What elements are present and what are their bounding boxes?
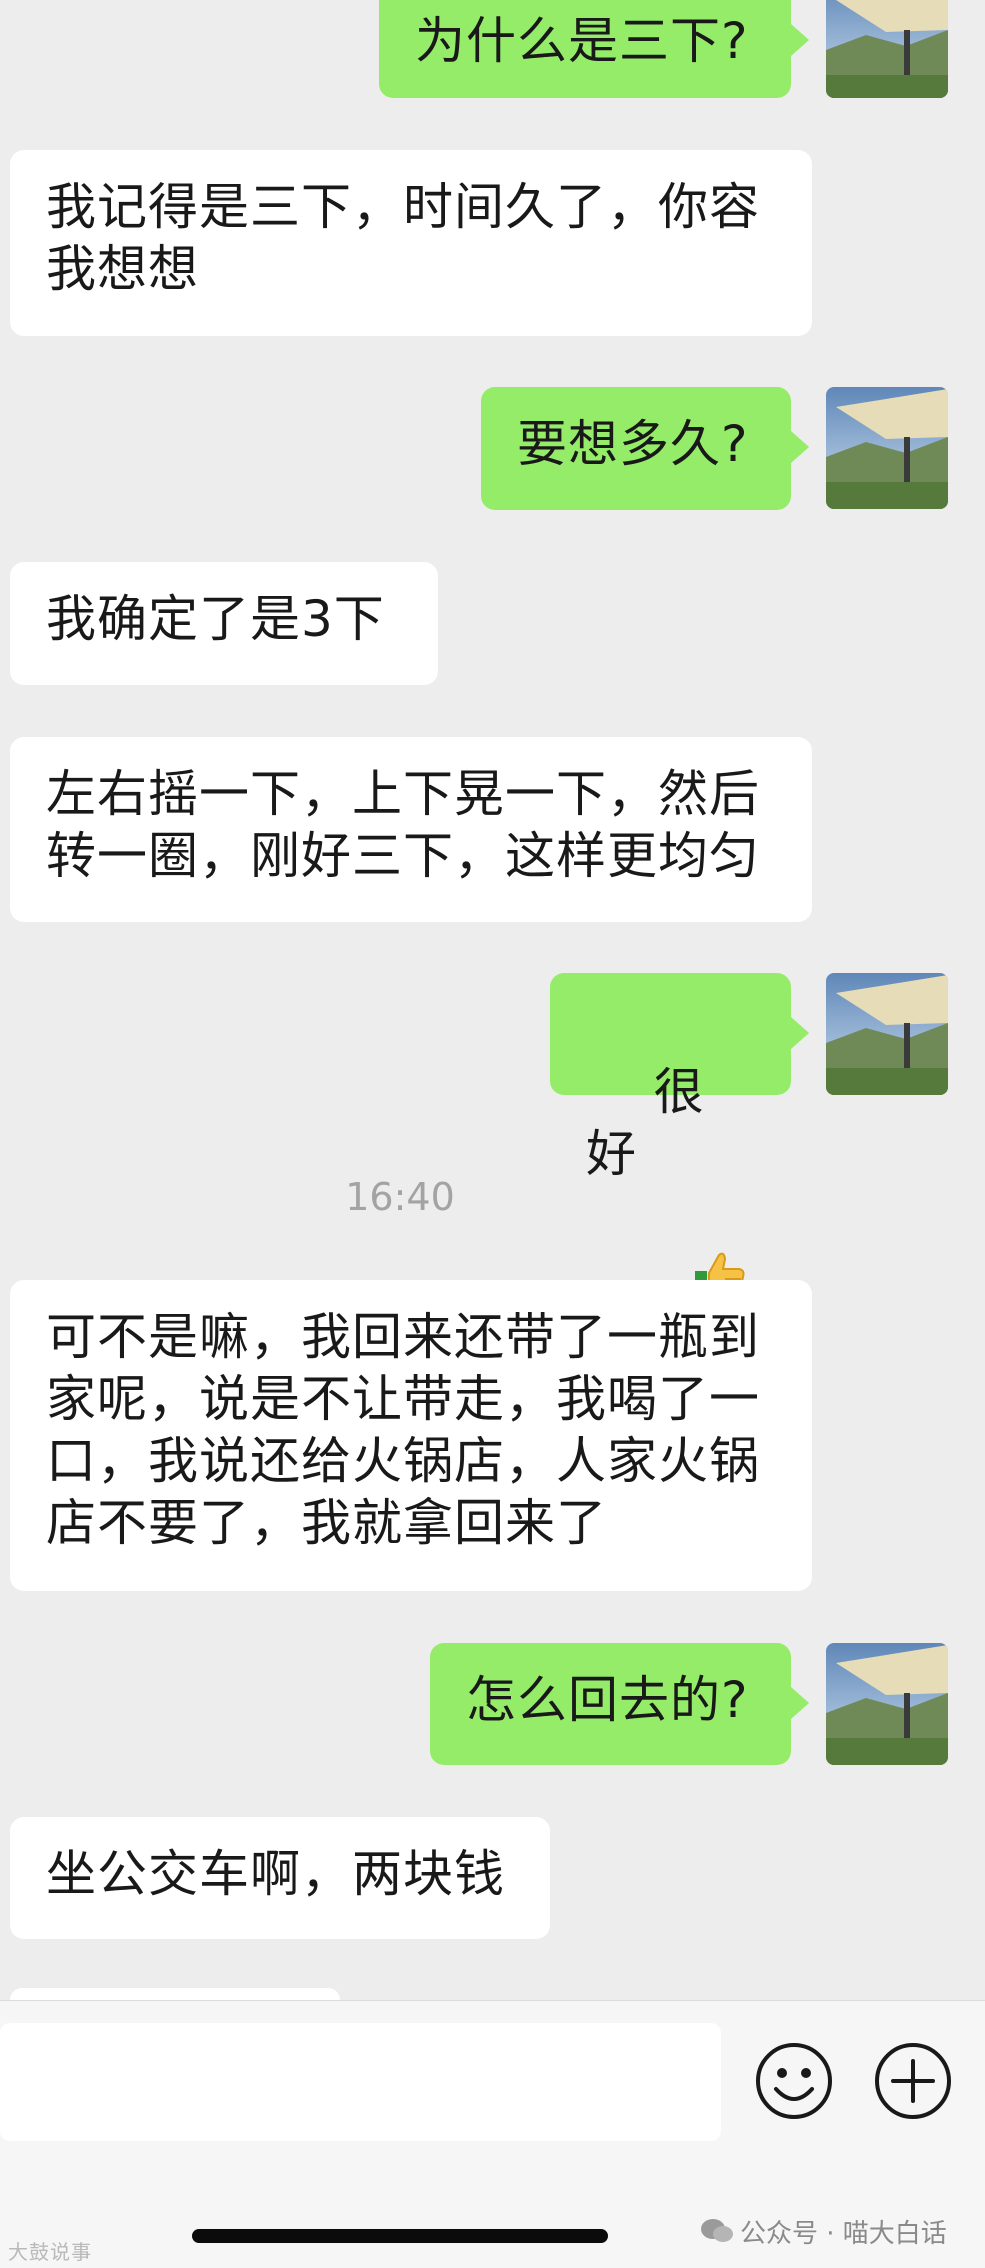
emoji-button[interactable] — [754, 2041, 834, 2121]
home-indicator — [192, 2229, 608, 2243]
incoming-message-bubble[interactable]: 我确定了是3下 — [10, 562, 438, 685]
outgoing-message-bubble[interactable]: 很好 — [550, 973, 809, 1301]
chat-screen: 为什么是三下? 我记得是三下，时间久了，你容 我想想 要想多久? 我确定了是3下… — [0, 0, 985, 2268]
chat-timestamp: 16:40 — [345, 1175, 455, 1219]
user-avatar[interactable] — [826, 0, 948, 98]
outgoing-message-bubble[interactable]: 要想多久? — [481, 387, 809, 510]
plus-circle-icon — [875, 2043, 951, 2119]
avatar-image — [826, 1643, 948, 1765]
outgoing-message-bubble[interactable]: 为什么是三下? — [379, 0, 809, 98]
message-text: 很好 — [586, 1063, 705, 1183]
avatar-image — [826, 973, 948, 1095]
wechat-icon — [700, 2217, 734, 2252]
user-avatar[interactable] — [826, 973, 948, 1095]
more-button[interactable] — [873, 2041, 953, 2121]
user-avatar[interactable] — [826, 1643, 948, 1765]
avatar-image — [826, 0, 948, 98]
message-input[interactable] — [0, 2023, 721, 2141]
source-watermark-text: 公众号 · 喵大白话 — [740, 2219, 947, 2249]
user-avatar[interactable] — [826, 387, 948, 509]
avatar-image — [826, 387, 948, 509]
outgoing-message-bubble[interactable]: 怎么回去的? — [430, 1643, 809, 1765]
smiley-icon — [756, 2043, 832, 2119]
input-bar: 公众号 · 喵大白话 — [0, 2000, 985, 2268]
incoming-message-bubble[interactable]: 我记得是三下，时间久了，你容 我想想 — [10, 150, 812, 336]
corner-watermark: 大鼓说事 — [8, 2240, 92, 2264]
incoming-message-bubble-partial — [10, 1988, 340, 2000]
incoming-message-bubble[interactable]: 可不是嘛，我回来还带了一瓶到 家呢，说是不让带走，我喝了一 口，我说还给火锅店，… — [10, 1280, 812, 1591]
source-watermark: 公众号 · 喵大白话 — [700, 2213, 947, 2252]
incoming-message-bubble[interactable]: 左右摇一下，上下晃一下，然后 转一圈，刚好三下，这样更均匀 — [10, 737, 812, 922]
incoming-message-bubble[interactable]: 坐公交车啊，两块钱 — [10, 1817, 550, 1939]
